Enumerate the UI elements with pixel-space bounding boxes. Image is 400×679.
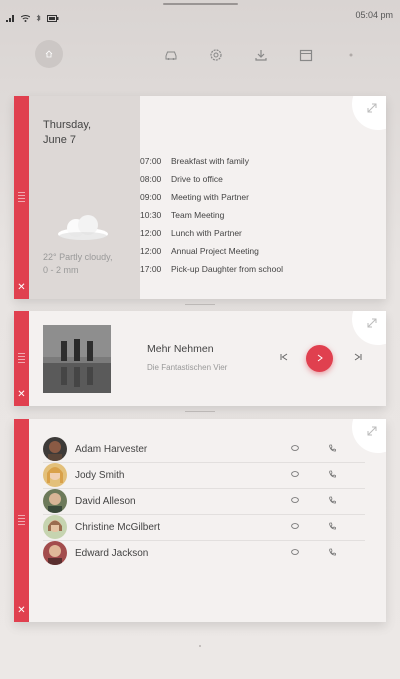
previous-icon[interactable] xyxy=(280,353,288,363)
event-item[interactable]: 08:00 Drive to office xyxy=(140,170,380,188)
music-card: Mehr Nehmen Die Fantastischen Vier ✕ xyxy=(14,311,386,406)
event-time: 07:00 xyxy=(140,156,162,166)
phone-icon[interactable] xyxy=(328,496,365,506)
contact-row[interactable]: Adam Harvester xyxy=(43,436,365,462)
avatar xyxy=(43,437,67,461)
drag-handle[interactable] xyxy=(18,515,25,526)
signal-icon xyxy=(6,9,15,27)
event-title: Pick-up Daughter from school xyxy=(171,264,283,274)
event-title: Meeting with Partner xyxy=(171,192,249,202)
top-toolbar xyxy=(0,40,400,70)
album-art xyxy=(43,325,111,393)
calendar-card: Thursday, June 7 22° Partly cloudy, 0 - … xyxy=(14,96,386,299)
message-icon[interactable] xyxy=(290,496,328,506)
event-time: 08:00 xyxy=(140,174,162,184)
contact-row[interactable]: Jody Smith xyxy=(43,462,365,488)
message-icon[interactable] xyxy=(290,548,328,558)
home-icon xyxy=(45,45,53,63)
contact-row[interactable]: David Alleson xyxy=(43,488,365,514)
settings-icon[interactable] xyxy=(208,47,224,63)
calendar-side-bar: ✕ xyxy=(14,96,29,299)
event-item[interactable]: 12:00 Lunch with Partner xyxy=(140,224,380,242)
calendar-day: Thursday, xyxy=(43,119,92,131)
calendar-summary-panel: Thursday, June 7 22° Partly cloudy, 0 - … xyxy=(29,96,140,299)
weather-precipitation: 0 - 2 mm xyxy=(43,265,79,275)
bluetooth-icon xyxy=(36,9,41,27)
event-title: Drive to office xyxy=(171,174,223,184)
weather-conditions: 22° Partly cloudy, xyxy=(43,252,113,262)
play-icon xyxy=(317,354,323,364)
event-item[interactable]: 12:00 Annual Project Meeting xyxy=(140,242,380,260)
contact-row[interactable]: Christine McGilbert xyxy=(43,514,365,540)
contact-name: Adam Harvester xyxy=(75,443,148,455)
event-title: Breakfast with family xyxy=(171,156,249,166)
contact-name: Edward Jackson xyxy=(75,547,149,559)
download-icon[interactable] xyxy=(253,47,269,63)
song-title: Mehr Nehmen xyxy=(147,343,214,355)
drag-handle[interactable] xyxy=(18,353,25,364)
next-icon[interactable] xyxy=(354,353,362,363)
event-time: 12:00 xyxy=(140,228,162,238)
calendar-day-date: June 7 xyxy=(43,134,77,146)
contact-row[interactable]: Edward Jackson xyxy=(43,540,365,566)
event-item[interactable]: 09:00 Meeting with Partner xyxy=(140,188,380,206)
event-time: 12:00 xyxy=(140,246,162,256)
card-separator xyxy=(185,304,215,305)
music-side-bar: ✕ xyxy=(14,311,29,406)
home-button[interactable] xyxy=(35,40,63,68)
wifi-icon xyxy=(20,9,31,27)
event-list: 07:00 Breakfast with family 08:00 Drive to… xyxy=(140,152,380,278)
card-separator xyxy=(185,411,215,412)
contacts-card: Adam Harvester Jody Smith David Alleson … xyxy=(14,419,386,622)
battery-icon xyxy=(47,9,59,27)
page-indicator xyxy=(199,645,201,647)
event-time: 09:00 xyxy=(140,192,162,202)
close-icon[interactable]: ✕ xyxy=(14,283,29,293)
calendar-date: Thursday, June 7 xyxy=(43,118,91,148)
contacts-side-bar: ✕ xyxy=(14,419,29,622)
event-title: Annual Project Meeting xyxy=(171,246,259,256)
close-icon[interactable]: ✕ xyxy=(14,390,29,400)
calendar-icon[interactable] xyxy=(298,47,314,63)
contact-name: Christine McGilbert xyxy=(75,521,161,533)
avatar xyxy=(43,463,67,487)
event-item[interactable]: 07:00 Breakfast with family xyxy=(140,152,380,170)
weather-info: 22° Partly cloudy, 0 - 2 mm xyxy=(43,251,112,277)
notch-line xyxy=(163,3,238,5)
status-bar: 05:04 pm xyxy=(0,0,400,28)
message-icon[interactable] xyxy=(290,444,328,454)
event-title: Team Meeting xyxy=(171,210,225,220)
avatar xyxy=(43,541,67,565)
phone-icon[interactable] xyxy=(328,522,365,532)
status-time: 05:04 pm xyxy=(355,10,393,20)
phone-icon[interactable] xyxy=(328,548,365,558)
drag-handle[interactable] xyxy=(18,192,25,203)
event-time: 17:00 xyxy=(140,264,162,274)
message-icon[interactable] xyxy=(290,522,328,532)
expand-icon[interactable] xyxy=(367,426,377,436)
avatar xyxy=(43,515,67,539)
phone-icon[interactable] xyxy=(328,470,365,480)
artist-name: Die Fantastischen Vier xyxy=(147,363,228,372)
menu-icon[interactable] xyxy=(343,47,359,63)
avatar xyxy=(43,489,67,513)
close-icon[interactable]: ✕ xyxy=(14,606,29,616)
play-button[interactable] xyxy=(306,345,333,372)
expand-icon[interactable] xyxy=(367,318,377,328)
event-title: Lunch with Partner xyxy=(171,228,242,238)
message-icon[interactable] xyxy=(290,470,328,480)
contact-name: Jody Smith xyxy=(75,469,125,481)
expand-icon[interactable] xyxy=(367,103,377,113)
contact-name: David Alleson xyxy=(75,495,136,507)
car-icon[interactable] xyxy=(163,47,179,63)
event-time: 10:30 xyxy=(140,210,162,220)
event-item[interactable]: 17:00 Pick-up Daughter from school xyxy=(140,260,380,278)
event-item[interactable]: 10:30 Team Meeting xyxy=(140,206,380,224)
cloud-icon xyxy=(56,214,110,247)
